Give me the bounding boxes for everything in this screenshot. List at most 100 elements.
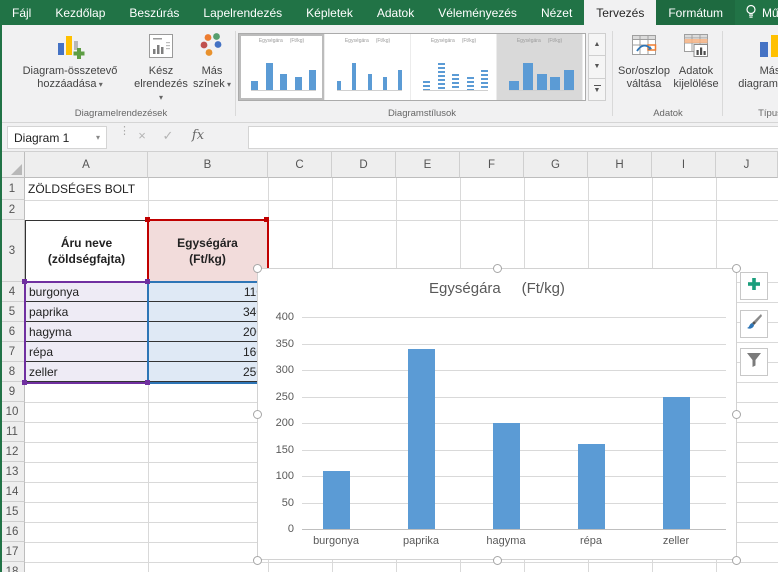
cell-b3[interactable]: Egységára (Ft/kg) <box>148 220 268 282</box>
cell-b7[interactable]: 160 <box>148 342 268 362</box>
name-box-dropdown-icon[interactable]: ▾ <box>96 133 100 142</box>
chart-resize-handle[interactable] <box>253 410 262 419</box>
row-header-9[interactable]: 9 <box>0 382 25 402</box>
column-header-E[interactable]: E <box>396 152 460 178</box>
name-box-value: Diagram 1 <box>14 131 69 145</box>
row-header-11[interactable]: 11 <box>0 422 25 442</box>
chart-resize-handle[interactable] <box>732 556 741 565</box>
column-header-B[interactable]: B <box>148 152 268 178</box>
range-handle[interactable] <box>145 279 150 284</box>
bar-hagyma[interactable] <box>493 423 520 529</box>
row-header-10[interactable]: 10 <box>0 402 25 422</box>
chart-resize-handle[interactable] <box>493 556 502 565</box>
row-header-4[interactable]: 4 <box>0 282 25 302</box>
formula-input[interactable] <box>248 126 778 149</box>
row-header-3[interactable]: 3 <box>0 220 25 282</box>
change-chart-type-button[interactable]: Más diagramtípus <box>730 30 778 91</box>
row-header-17[interactable]: 17 <box>0 542 25 562</box>
switch-row-column-button[interactable]: Sor/oszlop váltása <box>616 30 672 91</box>
accept-icon[interactable]: ✓ <box>158 128 178 144</box>
formula-bar-grip[interactable]: ⋮ <box>119 129 130 134</box>
chart-style-thumbnail-4[interactable]: Egységára (Ft/kg) <box>497 34 583 100</box>
cell-a8[interactable]: zeller <box>25 362 148 382</box>
tab-formátum[interactable]: Formátum <box>656 0 735 25</box>
chart-title[interactable]: Egységára (Ft/kg) <box>258 280 736 297</box>
cell-a3[interactable]: Áru neve (zöldségfajta) <box>25 220 148 282</box>
range-handle[interactable] <box>145 217 150 222</box>
column-header-C[interactable]: C <box>268 152 332 178</box>
name-box[interactable]: Diagram 1 ▾ <box>7 126 107 149</box>
insert-function-icon[interactable]: fx <box>188 128 208 143</box>
bar-burgonya[interactable] <box>323 471 350 529</box>
tab-nézet[interactable]: Nézet <box>529 0 584 25</box>
column-header-A[interactable]: A <box>25 152 148 178</box>
chart-styles-button[interactable] <box>740 310 768 338</box>
row-header-6[interactable]: 6 <box>0 322 25 342</box>
row-header-2[interactable]: 2 <box>0 200 25 220</box>
gallery-more-button[interactable]: ▼ <box>588 79 606 101</box>
cell-b4[interactable]: 110 <box>148 282 268 302</box>
chart-resize-handle[interactable] <box>253 264 262 273</box>
column-header-J[interactable]: J <box>716 152 778 178</box>
cell-a6[interactable]: hagyma <box>25 322 148 342</box>
bar-paprika[interactable] <box>408 349 435 529</box>
bar-répa[interactable] <box>578 444 605 529</box>
range-handle[interactable] <box>145 380 150 385</box>
row-header-14[interactable]: 14 <box>0 482 25 502</box>
tab-beszúrás[interactable]: Beszúrás <box>117 0 191 25</box>
select-data-button[interactable]: Adatok kijelölése <box>672 30 720 91</box>
chart-style-thumbnail-2[interactable]: Egységára (Ft/kg) <box>325 34 411 100</box>
tab-képletek[interactable]: Képletek <box>294 0 365 25</box>
cell-a7[interactable]: répa <box>25 342 148 362</box>
cell-a1[interactable]: ZÖLDSÉGES BOLT <box>28 178 135 200</box>
column-header-H[interactable]: H <box>588 152 652 178</box>
row-header-8[interactable]: 8 <box>0 362 25 382</box>
y-axis-label: 150 <box>264 444 294 456</box>
row-header-5[interactable]: 5 <box>0 302 25 322</box>
chart-resize-handle[interactable] <box>493 264 502 273</box>
tab-adatok[interactable]: Adatok <box>365 0 426 25</box>
cell-b5[interactable]: 340 <box>148 302 268 322</box>
bar-zeller[interactable] <box>663 397 690 530</box>
tab-fájl[interactable]: Fájl <box>0 0 43 25</box>
tab-véleményezés[interactable]: Véleményezés <box>426 0 529 25</box>
row-header-7[interactable]: 7 <box>0 342 25 362</box>
gallery-scroll-down-button[interactable]: ▼ <box>588 56 606 78</box>
row-header-1[interactable]: 1 <box>0 178 25 200</box>
column-header-D[interactable]: D <box>332 152 396 178</box>
thumbnail-bar <box>523 63 533 90</box>
tab-tervezés[interactable]: Tervezés <box>584 0 656 25</box>
chart-resize-handle[interactable] <box>253 556 262 565</box>
range-handle[interactable] <box>264 217 269 222</box>
chart-object[interactable]: Egységára (Ft/kg) 4003503002502001501005… <box>257 268 737 560</box>
tab-lapelrendezés[interactable]: Lapelrendezés <box>191 0 294 25</box>
row-header-12[interactable]: 12 <box>0 442 25 462</box>
range-handle[interactable] <box>22 380 27 385</box>
add-chart-element-button[interactable]: Diagram-összetevő hozzáadása <box>8 30 132 91</box>
row-header-15[interactable]: 15 <box>0 502 25 522</box>
select-all-corner[interactable] <box>0 152 25 178</box>
tab-kezdőlap[interactable]: Kezdőlap <box>43 0 117 25</box>
row-header-16[interactable]: 16 <box>0 522 25 542</box>
column-header-I[interactable]: I <box>652 152 716 178</box>
chart-elements-button[interactable] <box>740 272 768 300</box>
row-header-18[interactable]: 18 <box>0 562 25 572</box>
chart-filters-button[interactable] <box>740 348 768 376</box>
chart-style-thumbnail-3[interactable]: Egységára (Ft/kg) <box>411 34 497 100</box>
chart-style-thumbnail-1[interactable]: Egységára (Ft/kg) <box>239 34 325 100</box>
range-handle[interactable] <box>22 279 27 284</box>
column-header-F[interactable]: F <box>460 152 524 178</box>
change-colors-button[interactable]: Más színek <box>190 30 234 91</box>
gallery-scroll-up-button[interactable]: ▲ <box>588 33 606 56</box>
column-header-G[interactable]: G <box>524 152 588 178</box>
quick-layout-button[interactable]: Kész elrendezés <box>134 30 188 104</box>
tab-tellme[interactable]: Művelet.. <box>735 0 778 25</box>
cancel-icon[interactable]: × <box>132 128 152 143</box>
cell-b6[interactable]: 200 <box>148 322 268 342</box>
cell-a5[interactable]: paprika <box>25 302 148 322</box>
row-header-13[interactable]: 13 <box>0 462 25 482</box>
cell-a4[interactable]: burgonya <box>25 282 148 302</box>
thumbnail-bar <box>309 70 316 90</box>
chart-resize-handle[interactable] <box>732 410 741 419</box>
cell-b8[interactable]: 250 <box>148 362 268 382</box>
